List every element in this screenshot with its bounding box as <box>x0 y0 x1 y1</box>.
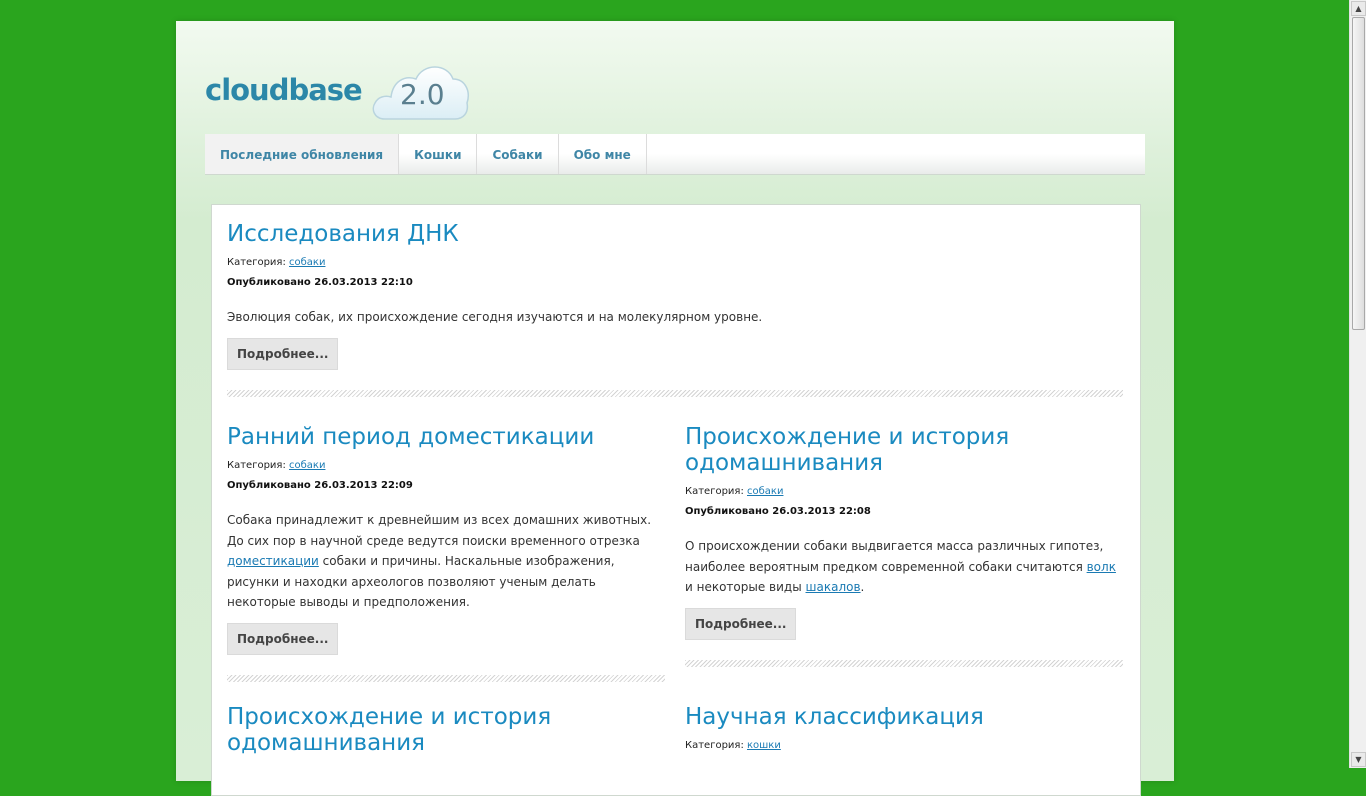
inline-link-wolf[interactable]: волк <box>1087 560 1116 574</box>
nav-item-cats[interactable]: Кошки <box>399 134 478 174</box>
divider <box>227 389 1123 397</box>
article-category: Категория: собаки <box>227 253 1123 273</box>
category-label: Категория: <box>685 486 744 497</box>
category-link[interactable]: собаки <box>289 257 325 268</box>
article-item: Исследования ДНК Категория: собаки Опубл… <box>227 221 1123 397</box>
article-title[interactable]: Ранний период доместикации <box>227 424 665 450</box>
category-link[interactable]: собаки <box>747 486 783 497</box>
nav-item-about[interactable]: Обо мне <box>559 134 647 174</box>
article-published: Опубликовано 26.03.2013 22:10 <box>227 277 413 288</box>
article-category: Категория: собаки <box>685 482 1123 502</box>
article-item: Ранний период доместикации Категория: со… <box>227 424 665 682</box>
article-item: Научная классификация Категория: кошки <box>685 704 1123 756</box>
vertical-scrollbar[interactable]: ▲ ▼ <box>1349 0 1366 768</box>
divider <box>685 659 1123 667</box>
article-item: Происхождение и история одомашнивания Ка… <box>685 424 1123 667</box>
divider <box>227 674 665 682</box>
category-link[interactable]: собаки <box>289 460 325 471</box>
main-navigation: Последние обновления Кошки Собаки Обо мн… <box>205 134 1145 175</box>
article-published: Опубликовано 26.03.2013 22:09 <box>227 480 413 491</box>
category-label: Категория: <box>227 460 286 471</box>
read-more-button[interactable]: Подробнее... <box>227 337 339 370</box>
article-published: Опубликовано 26.03.2013 22:08 <box>685 506 871 517</box>
version-label: 2.0 <box>400 78 445 111</box>
site-container: cloudbase 2.0 Последние обновления Кошки… <box>176 21 1174 796</box>
article-item: Происхождение и история одомашнивания <box>227 704 665 756</box>
site-logo[interactable]: cloudbase <box>205 73 363 107</box>
article-title[interactable]: Происхождение и история одомашнивания <box>685 424 1123 476</box>
category-label: Категория: <box>685 740 744 751</box>
article-text: О происхождении собаки выдвигается масса… <box>685 539 1116 594</box>
inline-link-jackals[interactable]: шакалов <box>806 580 861 594</box>
article-title[interactable]: Исследования ДНК <box>227 221 1123 247</box>
article-category: Категория: кошки <box>685 736 1123 756</box>
article-text: Эволюция собак, их происхождение сегодня… <box>227 310 763 324</box>
article-category: Категория: собаки <box>227 456 665 476</box>
scrollbar-thumb[interactable] <box>1352 17 1365 330</box>
inline-link-domestication[interactable]: доместикации <box>227 554 319 568</box>
article-title[interactable]: Научная классификация <box>685 704 1123 730</box>
arrow-up-icon[interactable]: ▲ <box>1351 1 1366 16</box>
arrow-down-icon[interactable]: ▼ <box>1351 752 1366 767</box>
nav-item-latest-updates[interactable]: Последние обновления <box>205 134 400 174</box>
nav-item-dogs[interactable]: Собаки <box>477 134 559 174</box>
article-title[interactable]: Происхождение и история одомашнивания <box>227 704 665 756</box>
article-text: Собака принадлежит к древнейшим из всех … <box>227 513 652 609</box>
category-link[interactable]: кошки <box>747 740 781 751</box>
category-label: Категория: <box>227 257 286 268</box>
read-more-button[interactable]: Подробнее... <box>685 607 797 640</box>
read-more-button[interactable]: Подробнее... <box>227 622 339 655</box>
content-area: Исследования ДНК Категория: собаки Опубл… <box>211 204 1141 796</box>
